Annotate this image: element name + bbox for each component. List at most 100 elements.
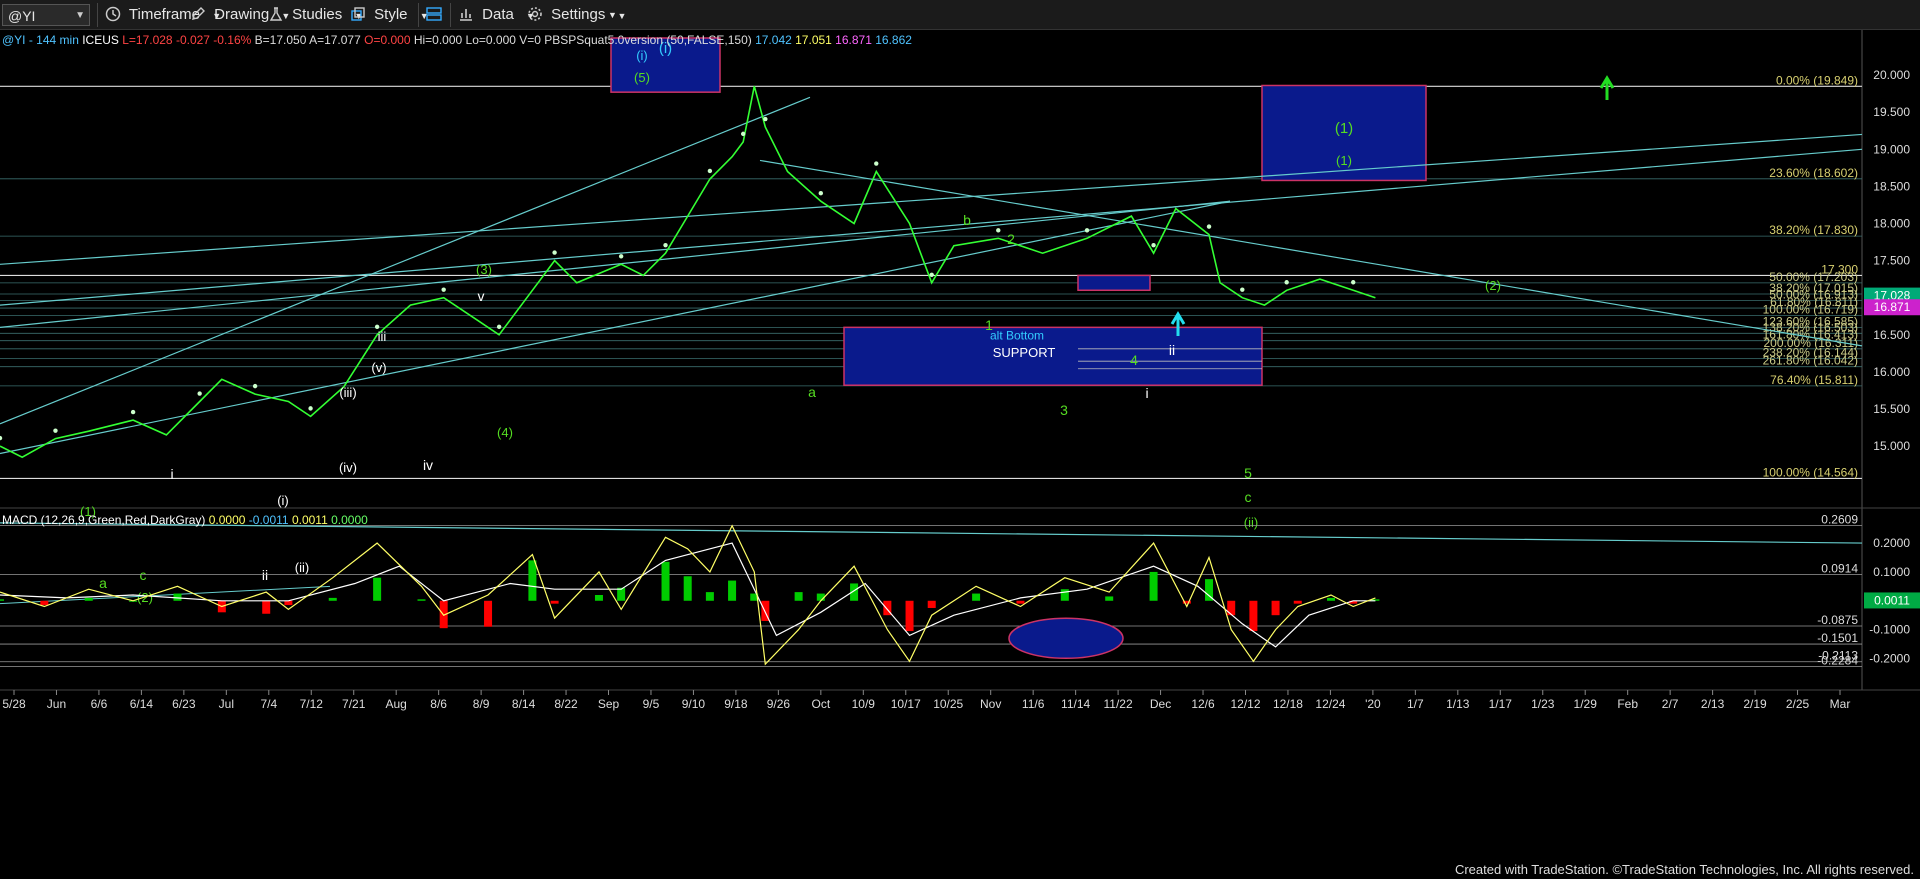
support-label: SUPPORT [993, 345, 1056, 360]
header-value: Hi=0.000 [411, 33, 463, 47]
macd-histogram-bar [1016, 600, 1025, 604]
price-marker [1151, 242, 1156, 248]
macd-histogram-bar [594, 595, 603, 601]
header-value: O=0.000 [361, 33, 411, 47]
x-tick-label: 9/10 [682, 697, 706, 711]
y-tick-label: 15.000 [1873, 439, 1910, 453]
price-marker [496, 324, 502, 329]
macd-level-label: 0.2609 [1821, 513, 1858, 527]
y-tick-label: 19.500 [1873, 105, 1910, 119]
wave-label: b [963, 212, 971, 228]
toolbar-divider [97, 3, 98, 27]
chart-background [0, 30, 1920, 879]
y-tick-label: 18.500 [1873, 179, 1910, 193]
y-tick-label: 16.000 [1873, 365, 1910, 379]
x-tick-label: 8/22 [554, 697, 578, 711]
x-tick-label: 8/6 [430, 697, 447, 711]
fib-level-label: 38.20% (17.830) [1769, 223, 1858, 237]
data-menu[interactable]: Data ▼ [458, 4, 535, 26]
price-marker [1351, 280, 1356, 285]
wave-label: i [1145, 385, 1148, 401]
header-value: PBSPSquat5.0version (50,FALSE,150) [541, 33, 752, 47]
fib-level-label: 100.00% (14.564) [1763, 465, 1858, 479]
macd-histogram-bar [528, 560, 537, 601]
wave-label: 4 [1130, 352, 1138, 368]
x-tick-label: 10/25 [933, 697, 963, 711]
x-tick-label: 9/18 [724, 697, 748, 711]
price-marker [763, 116, 768, 122]
macd-histogram-bar [1105, 596, 1114, 601]
price-marker [818, 191, 824, 196]
header-value: MACD (12,26,9,Green,Red,DarkGray) [2, 513, 205, 527]
x-tick-label: 2/25 [1786, 697, 1810, 711]
x-tick-label: 7/21 [342, 697, 366, 711]
price-marker [874, 161, 879, 166]
x-tick-label: 12/24 [1315, 697, 1345, 711]
macd-level-label: -0.0875 [1817, 613, 1858, 627]
price-marker [996, 228, 1001, 233]
price-marker [130, 409, 136, 415]
x-tick-label: 1/29 [1574, 697, 1598, 711]
wave-label: c [1245, 489, 1252, 505]
x-tick-label: 12/18 [1273, 697, 1303, 711]
x-tick-label: 11/22 [1104, 697, 1133, 711]
x-tick-label: 2/13 [1701, 697, 1725, 711]
x-tick-label: Feb [1617, 697, 1638, 711]
toolbar-overflow-icon[interactable]: ▼ [608, 4, 617, 26]
macd-histogram-bar [284, 600, 293, 606]
wave-label: a [808, 384, 816, 400]
price-marker [663, 242, 668, 248]
settings-label: Settings [551, 6, 606, 23]
x-tick-label: 7/4 [260, 697, 277, 711]
macd-histogram-bar [417, 599, 426, 601]
price-marker [707, 168, 713, 174]
y-tick-label: 15.500 [1873, 402, 1910, 416]
x-tick-label: Dec [1150, 697, 1171, 711]
x-tick-label: '20 [1365, 697, 1381, 711]
y-tick-label: 17.500 [1873, 254, 1910, 268]
macd-histogram-bar [1327, 597, 1336, 601]
header-value: 0.0000 [328, 513, 368, 527]
x-tick-label: 6/6 [91, 697, 108, 711]
wave-label: (i) [636, 48, 648, 63]
style-menu[interactable]: Style ▼ [350, 4, 429, 26]
x-tick-label: 12/6 [1191, 697, 1215, 711]
x-tick-label: 7/12 [300, 697, 324, 711]
wave-label: iv [423, 457, 433, 473]
header-value: 17.051 [792, 33, 832, 47]
macd-histogram-bar [927, 600, 936, 608]
style-icon [351, 7, 365, 21]
macd-histogram-bar [262, 600, 271, 614]
macd-histogram-bar [1149, 571, 1158, 601]
symbol-value: @YI [8, 8, 36, 24]
macd-badge-label: 0.0011 [1874, 593, 1910, 607]
macd-histogram-bar [661, 561, 670, 601]
header-value: V=0 [516, 33, 541, 47]
price-marker [618, 254, 624, 259]
layout-button[interactable] [426, 4, 446, 26]
toolbar: @YI ▼ Timeframe ▼ Drawing ▼ Studies ▼ St… [0, 0, 1920, 30]
chart-canvas[interactable]: 20.000 19.500 19.000 18.500 18.000 17.500 17.0… [0, 30, 1920, 879]
toolbar-divider [418, 3, 419, 27]
macd-level-label: 0.0914 [1821, 561, 1858, 575]
header-value: Lo=0.000 [462, 33, 516, 47]
data-label: Data [482, 6, 514, 23]
pencil-icon [192, 7, 205, 20]
x-tick-label: 1/17 [1489, 697, 1513, 711]
macd-histogram-bar [550, 600, 559, 604]
macd-histogram-bar [40, 600, 49, 606]
symbol-input[interactable]: @YI ▼ [2, 4, 90, 26]
header-value: A=17.077 [306, 33, 361, 47]
fib-level-label: 261.80% (16.042) [1763, 354, 1858, 368]
wave-label: v [478, 288, 485, 304]
flask-icon [269, 7, 283, 21]
wave-label: iii [378, 329, 387, 344]
price-marker [552, 250, 557, 255]
x-tick-label: Sep [598, 697, 620, 711]
footer-credit: Created with TradeStation. ©TradeStation… [1454, 862, 1914, 877]
price-marker [308, 406, 313, 411]
x-tick-label: 10/17 [891, 697, 921, 711]
macd-histogram-bar [328, 597, 337, 601]
x-tick-label: 8/14 [512, 697, 536, 711]
wave-label: (ii) [1244, 515, 1258, 530]
